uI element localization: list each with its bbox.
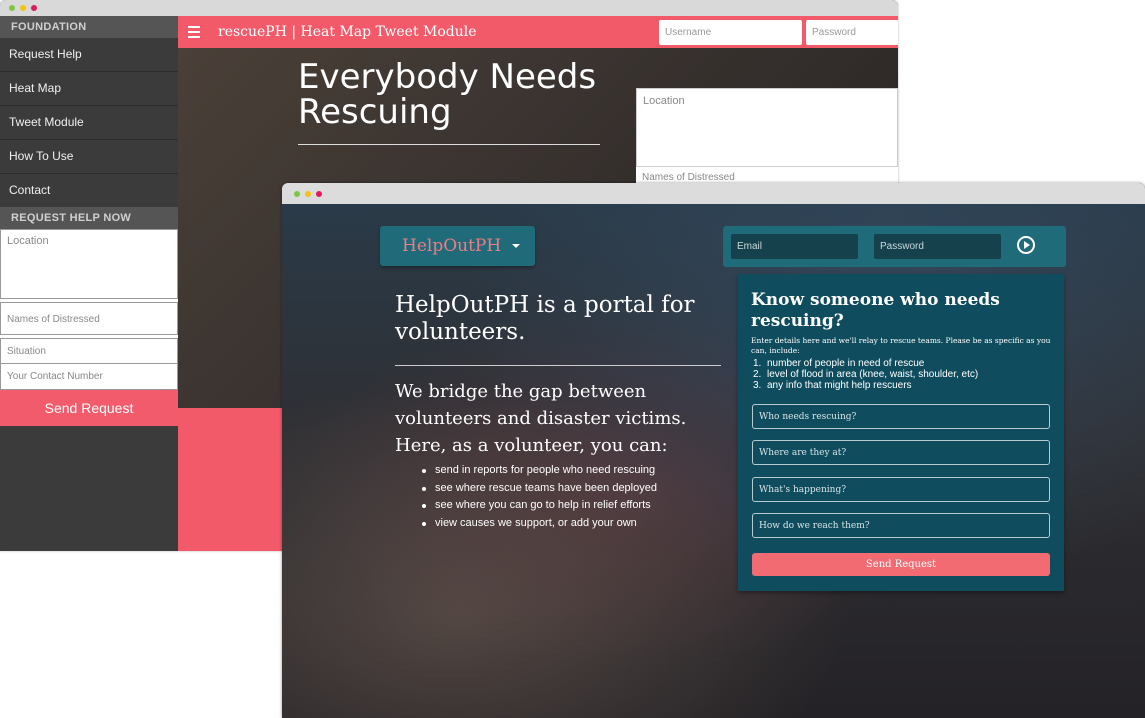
contact-input[interactable]: How do we reach them? bbox=[752, 513, 1050, 538]
names-of-distressed-input[interactable]: Names of Distressed bbox=[0, 302, 178, 335]
hero-title: Everybody Needs Rescuing bbox=[298, 57, 597, 132]
list-item: 1. number of people in need of rescue bbox=[753, 358, 925, 369]
send-request-button[interactable]: Send Request bbox=[0, 390, 178, 426]
card-title: Know someone who needs rescuing? bbox=[751, 290, 1000, 331]
sidebar-item-request-help[interactable]: Request Help bbox=[0, 38, 178, 72]
sidebar-item-contact[interactable]: Contact bbox=[0, 174, 178, 207]
card-instructions: 1. number of people in need of rescue 2. l… bbox=[753, 358, 978, 391]
window-titlebar bbox=[0, 0, 898, 16]
list-item: 2. level of flood in area (knee, waist, s… bbox=[753, 369, 979, 380]
hero-subtitle: We bridge the gap between volunteers and… bbox=[395, 381, 687, 456]
request-help-form: Location Names of Distressed Situation Y… bbox=[0, 229, 178, 390]
hero-divider bbox=[395, 365, 721, 366]
sidebar-section-header: REQUEST HELP NOW bbox=[0, 207, 178, 229]
sidebar: FOUNDATION Request Help Heat Map Tweet M… bbox=[0, 16, 178, 551]
list-item: 3. any info that might help rescuers bbox=[753, 380, 912, 391]
situation-input[interactable]: What's happening? bbox=[752, 477, 1050, 502]
location-input[interactable]: Where are they at? bbox=[752, 440, 1050, 465]
chevron-down-icon bbox=[512, 244, 520, 248]
sidebar-item-heat-map[interactable]: Heat Map bbox=[0, 72, 178, 106]
brand-dropdown[interactable]: HelpOutPH bbox=[380, 226, 535, 266]
brand-label: HelpOutPH bbox=[402, 236, 502, 256]
window-dot-green-icon[interactable] bbox=[9, 5, 15, 11]
window-titlebar bbox=[282, 183, 1145, 204]
send-request-button[interactable]: Send Request bbox=[752, 553, 1050, 576]
window-dot-yellow-icon[interactable] bbox=[20, 5, 26, 11]
window-dot-green-icon[interactable] bbox=[294, 191, 300, 197]
hero-background: HelpOutPH Email Password HelpOutPH is a … bbox=[282, 204, 1145, 718]
hero-divider bbox=[298, 144, 600, 145]
rescue-request-card: Know someone who needs rescuing? Enter d… bbox=[738, 274, 1064, 591]
window-dot-red-icon[interactable] bbox=[316, 191, 322, 197]
contact-number-input[interactable]: Your Contact Number bbox=[0, 364, 178, 390]
email-input[interactable]: Email bbox=[731, 234, 858, 259]
helpoutph-window: HelpOutPH Email Password HelpOutPH is a … bbox=[282, 183, 1145, 718]
window-dot-yellow-icon[interactable] bbox=[305, 191, 311, 197]
password-input[interactable]: Password bbox=[874, 234, 1001, 259]
sidebar-item-how-to-use[interactable]: How To Use bbox=[0, 140, 178, 174]
password-input[interactable]: Password bbox=[806, 20, 898, 45]
list-item: see where you can go to help in relief e… bbox=[419, 497, 657, 515]
login-bar: Email Password bbox=[723, 226, 1066, 267]
sidebar-header: FOUNDATION bbox=[0, 16, 178, 38]
hamburger-menu-icon[interactable] bbox=[188, 26, 200, 38]
card-intro: Enter details here and we'll relay to re… bbox=[751, 336, 1051, 355]
situation-input[interactable]: Situation bbox=[0, 338, 178, 364]
sidebar-item-tweet-module[interactable]: Tweet Module bbox=[0, 106, 178, 140]
username-input[interactable]: Username bbox=[659, 20, 802, 45]
list-item: send in reports for people who need resc… bbox=[419, 462, 657, 480]
login-play-icon[interactable] bbox=[1017, 236, 1035, 254]
location-textarea[interactable]: Location bbox=[0, 229, 178, 299]
hero-bullet-list: send in reports for people who need resc… bbox=[419, 462, 657, 532]
who-needs-rescuing-input[interactable]: Who needs rescuing? bbox=[752, 404, 1050, 429]
app-title: rescuePH | Heat Map Tweet Module bbox=[218, 24, 477, 40]
list-item: view causes we support, or add your own bbox=[419, 515, 657, 533]
hero-title: HelpOutPH is a portal for volunteers. bbox=[395, 292, 695, 345]
top-navbar: rescuePH | Heat Map Tweet Module Usernam… bbox=[178, 16, 898, 48]
list-item: see where rescue teams have been deploye… bbox=[419, 480, 657, 498]
window-dot-red-icon[interactable] bbox=[31, 5, 37, 11]
